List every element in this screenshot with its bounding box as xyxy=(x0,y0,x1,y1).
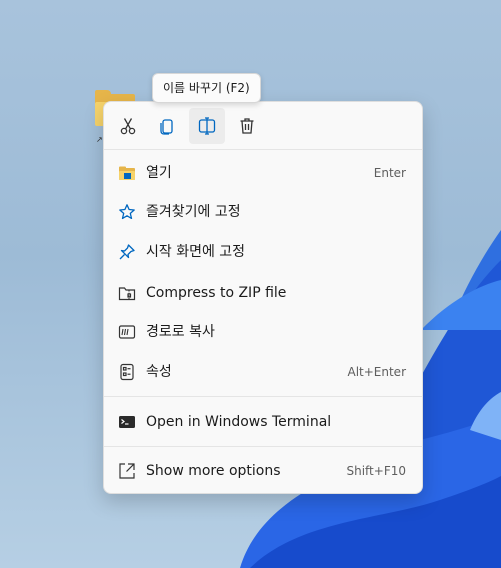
menu-item-label: 열기 xyxy=(146,165,172,181)
menu-item-label: 즐겨찾기에 고정 xyxy=(146,204,241,220)
menu-item-pin-start[interactable]: 시작 화면에 고정 xyxy=(108,233,418,271)
pin-icon xyxy=(118,243,136,261)
properties-icon xyxy=(118,363,136,381)
menu-item-shortcut: Enter xyxy=(373,166,406,180)
menu-item-label: Show more options xyxy=(146,463,281,479)
menu-item-compress-zip[interactable]: Compress to ZIP file xyxy=(108,274,418,312)
menu-item-label: 시작 화면에 고정 xyxy=(146,244,246,260)
menu-item-label: Compress to ZIP file xyxy=(146,285,287,301)
menu-item-shortcut: Alt+Enter xyxy=(347,365,406,379)
menu-item-copy-path[interactable]: 경로로 복사 xyxy=(108,313,418,351)
menu-item-open[interactable]: 열기 Enter xyxy=(108,154,418,192)
menu-item-open-terminal[interactable]: Open in Windows Terminal xyxy=(108,403,418,441)
rename-icon xyxy=(198,117,216,135)
menu-item-label: 속성 xyxy=(146,364,172,380)
menu-separator xyxy=(104,149,422,150)
folder-open-icon xyxy=(118,164,136,182)
rename-button[interactable] xyxy=(189,108,225,144)
context-menu: 열기 Enter 즐겨찾기에 고정 시작 화면에 고정 Compress to … xyxy=(103,101,423,494)
star-icon xyxy=(118,203,136,221)
trash-icon xyxy=(240,118,254,134)
scissors-icon xyxy=(120,118,136,135)
menu-separator xyxy=(104,446,422,447)
copy-path-icon xyxy=(118,323,136,341)
cut-button[interactable] xyxy=(110,108,146,144)
context-menu-toolbar xyxy=(104,102,422,150)
menu-item-properties[interactable]: 속성 Alt+Enter xyxy=(108,353,418,391)
delete-button[interactable] xyxy=(229,108,265,144)
show-more-icon xyxy=(118,462,136,480)
copy-icon xyxy=(160,119,173,135)
menu-item-show-more-options[interactable]: Show more options Shift+F10 xyxy=(108,452,418,490)
menu-item-shortcut: Shift+F10 xyxy=(346,464,406,478)
menu-item-label: Open in Windows Terminal xyxy=(146,414,332,430)
terminal-icon xyxy=(118,413,136,431)
zip-icon xyxy=(118,284,136,302)
menu-separator xyxy=(104,396,422,397)
copy-button[interactable] xyxy=(149,108,185,144)
rename-tooltip: 이름 바꾸기 (F2) xyxy=(152,73,261,103)
menu-item-pin-favorites[interactable]: 즐겨찾기에 고정 xyxy=(108,193,418,231)
menu-item-label: 경로로 복사 xyxy=(146,324,215,340)
